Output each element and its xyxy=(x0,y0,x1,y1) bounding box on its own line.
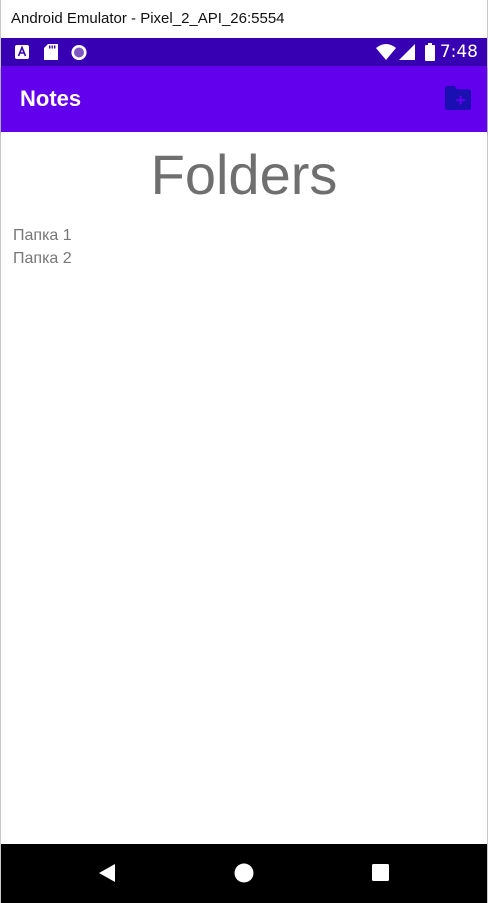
battery-icon xyxy=(425,43,435,61)
app-title: Notes xyxy=(20,86,82,111)
home-icon[interactable] xyxy=(233,862,255,884)
font-icon xyxy=(15,45,29,59)
create-new-folder-icon[interactable] xyxy=(445,86,471,110)
back-icon[interactable] xyxy=(97,862,119,884)
main-content: Folders Папка 1 Папка 2 xyxy=(1,132,487,844)
emulator-window: Android Emulator - Pixel_2_API_26:5554 7… xyxy=(0,0,488,903)
wifi-icon xyxy=(376,44,396,60)
folder-list: Папка 1 Папка 2 xyxy=(13,224,72,270)
window-titlebar: Android Emulator - Pixel_2_API_26:5554 xyxy=(1,0,487,38)
navigation-bar xyxy=(1,844,487,903)
sd-card-icon xyxy=(44,44,58,60)
recents-icon[interactable] xyxy=(370,862,392,884)
circle-icon xyxy=(71,44,87,61)
page-heading: Folders xyxy=(150,143,338,206)
status-bar: 7:48 xyxy=(1,38,487,66)
signal-icon xyxy=(399,44,415,60)
folder-item[interactable]: Папка 2 xyxy=(13,247,72,270)
status-time: 7:48 xyxy=(439,42,478,62)
folder-item[interactable]: Папка 1 xyxy=(13,224,72,247)
window-title: Android Emulator - Pixel_2_API_26:5554 xyxy=(11,10,285,27)
app-bar: Notes xyxy=(1,66,487,132)
